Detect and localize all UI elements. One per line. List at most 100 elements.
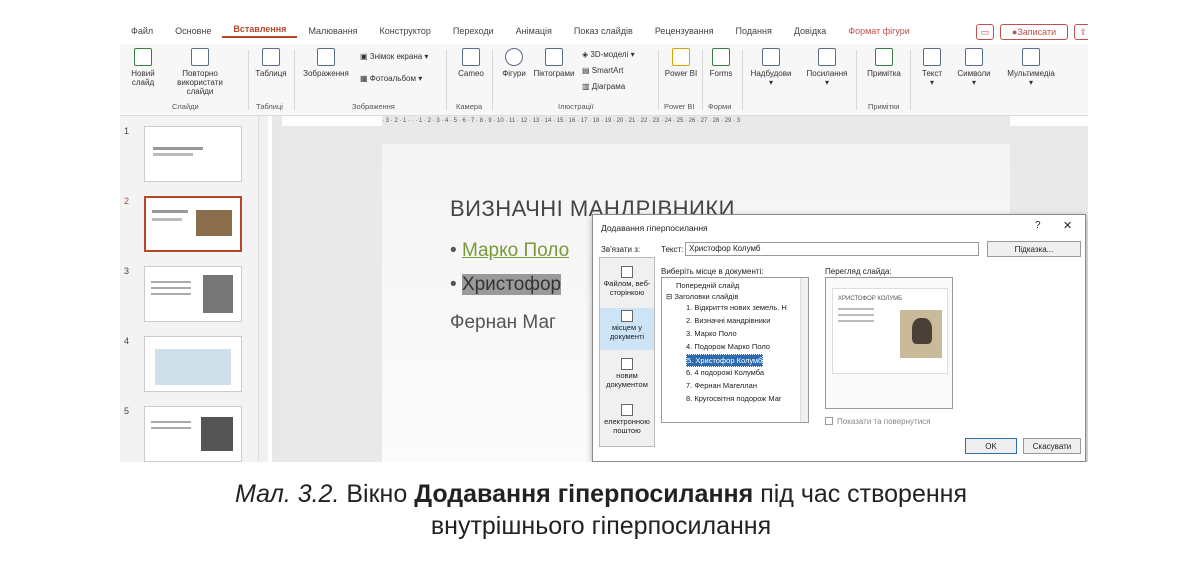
symbols-button[interactable]: Символи ▾ [954, 48, 994, 87]
comment-button[interactable]: Примітка [862, 48, 906, 78]
divider [910, 50, 911, 110]
ok-button[interactable]: OK [965, 438, 1017, 454]
divider [492, 50, 493, 110]
selected-text[interactable]: Христофор [461, 274, 562, 295]
tree-item-selected[interactable]: 5. Христофор Колумб [686, 354, 764, 367]
smartart-button[interactable]: ▤ SmartArt [582, 66, 623, 75]
thumbnails-scrollbar[interactable] [258, 116, 268, 462]
link-icon [818, 48, 836, 66]
tab-slideshow[interactable]: Показ слайдів [563, 26, 644, 36]
group-comments: Примітки [868, 102, 900, 111]
slide-thumbnail[interactable] [144, 406, 242, 462]
icons-button[interactable]: Піктограми [532, 48, 576, 78]
tab-view[interactable]: Подання [725, 26, 783, 36]
slide-thumbnail-selected[interactable] [144, 196, 242, 252]
tree-item[interactable]: 1. Відкриття нових земель. Н [686, 302, 787, 313]
dialog-title: Додавання гіперпосилання [601, 223, 708, 233]
slide-thumbnail[interactable] [144, 336, 242, 392]
close-icon[interactable]: ✕ [1063, 219, 1072, 232]
tree-item[interactable]: 2. Визначні мандрівники [686, 315, 770, 326]
help-icon[interactable]: ? [1035, 220, 1041, 231]
links-button[interactable]: Посилання ▾ [802, 48, 852, 87]
link-existing-file-option[interactable]: Файлом, веб-сторінкою [600, 266, 654, 297]
shapes-button[interactable]: Фігури [498, 48, 530, 78]
tab-design[interactable]: Конструктор [369, 26, 442, 36]
record-label: Записати [1017, 27, 1057, 37]
tab-transitions[interactable]: Переходи [442, 26, 505, 36]
power-bi-icon [672, 48, 690, 66]
place-in-document-label: Виберіть місце в документі: [661, 267, 764, 276]
forms-label: Forms [709, 69, 733, 78]
tab-shape-format[interactable]: Формат фігури [837, 26, 921, 36]
shapes-label: Фігури [502, 69, 526, 78]
bullet-item[interactable]: • Марко Поло [450, 240, 569, 262]
option-label: місцем у документі [609, 323, 645, 341]
share-icon[interactable]: ⇪ [1074, 24, 1088, 40]
tree-item[interactable]: 6. 4 подорожі Колумба [686, 367, 764, 378]
images-button[interactable]: Зображення [300, 48, 352, 78]
tree-item[interactable]: 4. Подорож Марко Поло [686, 341, 770, 352]
hyperlink-text[interactable]: Марко Поло [462, 240, 569, 261]
tree-scrollbar[interactable] [800, 278, 808, 422]
bullet-item[interactable]: • Христофор [450, 274, 562, 296]
comment-label: Примітка [867, 69, 901, 78]
new-slide-button[interactable]: Новий слайд [126, 48, 160, 87]
preview-slide-title: ХРИСТОФОР КОЛУМБ [838, 296, 903, 302]
multimedia-label: Мультимедіа [1007, 69, 1055, 78]
tab-home[interactable]: Основне [164, 26, 222, 36]
forms-icon [712, 48, 730, 66]
3d-models-button[interactable]: ◈ 3D-моделі ▾ [582, 50, 635, 59]
screen-tip-button[interactable]: Підказка... [987, 241, 1081, 257]
link-email-option[interactable]: електронною поштою [600, 404, 654, 435]
group-camera: Камера [456, 102, 483, 111]
power-bi-label: Power BI [664, 69, 698, 78]
tree-item[interactable]: 7. Фернан Магеллан [686, 380, 757, 391]
tab-file[interactable]: Файл [120, 26, 164, 36]
tab-help[interactable]: Довідка [783, 26, 837, 36]
tree-item[interactable]: Попередній слайд [676, 280, 739, 291]
photo-album-button[interactable]: ▦ Фотоальбом ▾ [360, 74, 422, 83]
new-slide-label: Новий слайд [131, 69, 155, 88]
table-button[interactable]: Таблиця [254, 48, 288, 78]
slide-number: 2 [124, 196, 130, 206]
slide-number: 5 [124, 406, 130, 416]
new-slide-icon [134, 48, 152, 66]
tab-review[interactable]: Рецензування [644, 26, 725, 36]
forms-button[interactable]: Forms [706, 48, 736, 78]
power-bi-button[interactable]: Power BI [664, 48, 698, 78]
display-text-input[interactable]: Христофор Колумб [685, 242, 979, 256]
text-button[interactable]: Текст ▾ [914, 48, 950, 87]
powerpoint-window: Файл Основне Вставлення Малювання Констр… [120, 18, 1088, 462]
tree-item[interactable]: 3. Марко Поло [686, 328, 737, 339]
comments-icon[interactable]: ▭ [976, 24, 994, 40]
shapes-icon [505, 48, 523, 66]
icons-icon [545, 48, 563, 66]
reuse-slides-button[interactable]: Повторно використати слайди [164, 48, 236, 97]
slide-preview-label: Перегляд слайда: [825, 267, 892, 276]
tab-animations[interactable]: Анімація [505, 26, 563, 36]
ribbon-tabs: Файл Основне Вставлення Малювання Констр… [120, 18, 1088, 44]
chevron-down-icon: ▾ [1028, 78, 1033, 88]
screenshot-button[interactable]: ▣ Знімок екрана ▾ [360, 52, 428, 61]
addins-label: Надбудови [750, 69, 792, 78]
cancel-button[interactable]: Скасувати [1023, 438, 1081, 454]
chart-button[interactable]: ▥ Діаграма [582, 82, 625, 91]
divider [294, 50, 295, 110]
bullet-item[interactable]: Фернан Маг [450, 312, 556, 334]
divider [446, 50, 447, 110]
addins-button[interactable]: Надбудови ▾ [746, 48, 796, 87]
link-place-in-document-option[interactable]: місцем у документі [600, 308, 654, 350]
slide-thumbnail[interactable] [144, 126, 242, 182]
record-button[interactable]: ● Записати [1000, 24, 1068, 40]
multimedia-button[interactable]: Мультимедіа ▾ [1000, 48, 1062, 87]
tab-draw[interactable]: Малювання [297, 26, 368, 36]
slide-thumbnail[interactable] [144, 266, 242, 322]
tab-insert[interactable]: Вставлення [222, 24, 298, 38]
tree-item[interactable]: 8. Кругосвітня подорож Маг [686, 393, 782, 404]
tree-item-group[interactable]: ⊟ Заголовки слайдів [666, 291, 738, 302]
cameo-button[interactable]: Cameo [454, 48, 488, 78]
option-label: новим документом [606, 371, 648, 389]
option-label: електронною поштою [604, 417, 650, 435]
show-and-return-checkbox[interactable] [825, 417, 833, 425]
link-new-document-option[interactable]: новим документом [600, 358, 654, 389]
